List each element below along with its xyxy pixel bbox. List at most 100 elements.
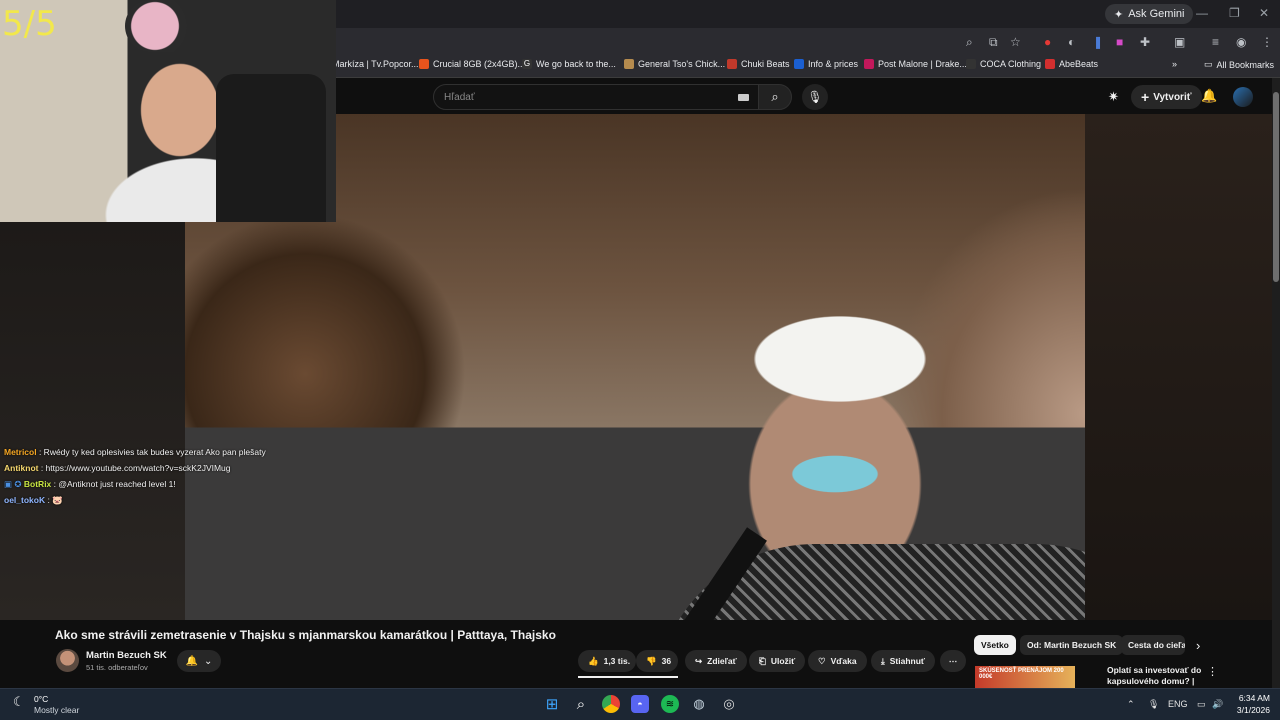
cast-icon[interactable]: ⧉ — [989, 35, 998, 50]
ask-gemini-button[interactable]: ✦ Ask Gemini — [1105, 4, 1194, 24]
search-input[interactable]: Hľadať — [433, 84, 759, 110]
thanks-button[interactable]: ♡ Vďaka — [808, 650, 867, 672]
all-bookmarks-button[interactable]: ▭ All Bookmarks — [1204, 59, 1274, 70]
microphone-tray-icon[interactable]: 🎙 — [1148, 699, 1159, 710]
bookmark-item[interactable]: Crucial 8GB (2x4GB)... — [419, 59, 525, 69]
weather-description[interactable]: Mostly clear — [34, 705, 79, 715]
share-icon: ↪ — [695, 655, 703, 666]
page-dark-margin-right — [1085, 114, 1272, 620]
thumbs-up-icon: 👍 — [588, 655, 599, 666]
thumbnail-text: SKÚSENOSŤ PRENÁJOM 200 000€ — [979, 668, 1064, 680]
chrome-taskbar-icon[interactable] — [602, 695, 620, 713]
sidepanel-icon[interactable]: ▣ — [1174, 35, 1185, 49]
weather-temperature[interactable]: 0°C — [34, 694, 48, 704]
language-indicator[interactable]: ENG — [1168, 699, 1188, 709]
profile-avatar-icon[interactable]: ◉ — [1236, 35, 1246, 49]
share-label: Zdieľať — [707, 656, 737, 666]
close-icon[interactable]: ✕ — [1259, 6, 1269, 20]
bookmarks-overflow-icon[interactable]: » — [1172, 59, 1177, 69]
minimize-icon[interactable]: — — [1196, 6, 1208, 20]
dislike-count: 36 — [661, 656, 672, 666]
chat-username: BotRix — [23, 479, 52, 489]
maximize-icon[interactable]: ❐ — [1229, 6, 1240, 20]
subscription-bell-button[interactable]: 🔔 ⌄ — [177, 650, 221, 672]
bell-icon: 🔔 — [185, 655, 199, 667]
download-button[interactable]: ⤓ Stiahnuť — [871, 650, 936, 672]
extension-red-icon[interactable]: ● — [1044, 35, 1051, 49]
save-button[interactable]: ⎗ Uložiť — [749, 650, 806, 672]
chevron-right-icon[interactable]: › — [1196, 638, 1200, 653]
like-button[interactable]: 👍 1,3 tis. — [578, 650, 636, 672]
address-bar[interactable] — [336, 28, 1280, 54]
search-icon[interactable]: ⌕ — [572, 695, 590, 713]
extensions-puzzle-icon[interactable]: ✚ — [1140, 35, 1150, 49]
chat-username: Metricol — [4, 447, 37, 457]
dislike-button[interactable]: 👎 36 — [636, 650, 678, 672]
thanks-label: Vďaka — [830, 656, 857, 666]
bookmark-star-icon[interactable]: ☆ — [1010, 35, 1021, 49]
chrome-menu-icon[interactable]: ⋮ — [1261, 35, 1273, 49]
bookmark-item[interactable]: Info & prices — [794, 59, 858, 69]
bookmark-item[interactable]: Post Malone | Drake... — [864, 59, 967, 69]
create-button[interactable]: + Vytvoriť — [1131, 85, 1202, 109]
discord-taskbar-icon[interactable]: ◓ — [631, 695, 649, 713]
chip-related[interactable]: Cesta do cieľa — [1121, 635, 1185, 655]
download-label: Stiahnuť — [889, 656, 926, 666]
search-button[interactable]: ⌕ — [758, 84, 792, 110]
account-avatar[interactable] — [1233, 87, 1253, 107]
scrollbar-thumb[interactable] — [1273, 92, 1279, 282]
bookmark-label: COCA Clothing — [980, 59, 1042, 69]
clock-time[interactable]: 6:34 AM — [1234, 693, 1270, 703]
chat-text: : @Antiknot just reached level 1! — [51, 479, 176, 489]
notifications-bell-icon[interactable]: 🔔 — [1201, 88, 1217, 104]
video-title: Ako sme strávili zemetrasenie v Thajsku … — [55, 628, 556, 642]
bookmark-favicon: G — [522, 59, 532, 69]
voice-search-button[interactable]: 🎙 — [802, 84, 828, 110]
channel-avatar[interactable] — [56, 649, 79, 672]
bookmark-favicon — [794, 59, 804, 69]
volume-icon[interactable]: 🔊 — [1212, 699, 1223, 710]
ai-sparkle-icon[interactable]: ✷ — [1108, 89, 1119, 105]
more-actions-button[interactable]: ⋯ — [940, 650, 966, 672]
chip-all[interactable]: Všetko — [974, 635, 1016, 655]
recommendation-menu-icon[interactable]: ⋮ — [1207, 665, 1218, 678]
network-icon[interactable]: ▭ — [1197, 699, 1206, 710]
search-placeholder: Hľadať — [444, 92, 475, 103]
like-count: 1,3 tis. — [603, 656, 631, 666]
extension-blue-icon[interactable]: ❚ — [1093, 35, 1103, 49]
chat-message: Antiknot : https://www.youtube.com/watch… — [4, 463, 231, 473]
channel-name[interactable]: Martin Bezuch SK — [86, 650, 167, 661]
all-bookmarks-label: All Bookmarks — [1216, 59, 1275, 70]
bookmark-item[interactable]: G We go back to the... — [522, 59, 616, 69]
bookmark-item[interactable]: AbeBeats — [1045, 59, 1098, 69]
chip-from-channel[interactable]: Od: Martin Bezuch SK — [1020, 635, 1124, 655]
share-button[interactable]: ↪ Zdieľať — [685, 650, 747, 672]
clock-date[interactable]: 3/1/2026 — [1226, 705, 1270, 715]
plus-icon: + — [1141, 89, 1150, 105]
tray-overflow-icon[interactable]: ⌃ — [1127, 699, 1135, 710]
zoom-icon[interactable]: ⌕ — [966, 35, 973, 50]
bookmark-label: Chuki Beats — [741, 59, 790, 69]
media-controls-icon[interactable]: ≡ — [1212, 35, 1219, 49]
bookmark-favicon — [1045, 59, 1055, 69]
keyboard-icon[interactable] — [738, 94, 749, 101]
chip-label: Od: Martin Bezuch SK — [1027, 640, 1117, 650]
extension-purple-icon[interactable]: ■ — [1116, 35, 1123, 49]
weather-moon-icon[interactable]: ☾ — [13, 694, 25, 710]
windows-start-icon[interactable]: ⊞ — [543, 695, 561, 713]
spotify-taskbar-icon[interactable]: ≋ — [661, 695, 679, 713]
chat-text: : 🐷 — [45, 495, 63, 505]
chat-message: Metricol : Rwédy ty ked oplesivies tak b… — [4, 447, 266, 457]
create-label: Vytvoriť — [1153, 91, 1192, 103]
steam-taskbar-icon[interactable]: ◍ — [690, 695, 708, 713]
bookmark-favicon — [624, 59, 634, 69]
download-icon: ⤓ — [881, 655, 885, 666]
extension-gray-icon[interactable]: ◐ — [1068, 35, 1075, 49]
bookmark-item[interactable]: Chuki Beats — [727, 59, 790, 69]
bookmark-favicon — [419, 59, 429, 69]
recommendation-thumbnail[interactable]: SKÚSENOSŤ PRENÁJOM 200 000€ — [975, 666, 1075, 688]
bookmark-item[interactable]: General Tso's Chick... — [624, 59, 725, 69]
obs-taskbar-icon[interactable]: ◎ — [720, 695, 738, 713]
bookmark-item[interactable]: COCA Clothing — [966, 59, 1041, 69]
bookmark-item[interactable]: Markíza | Tv.Popcor... — [332, 59, 419, 69]
